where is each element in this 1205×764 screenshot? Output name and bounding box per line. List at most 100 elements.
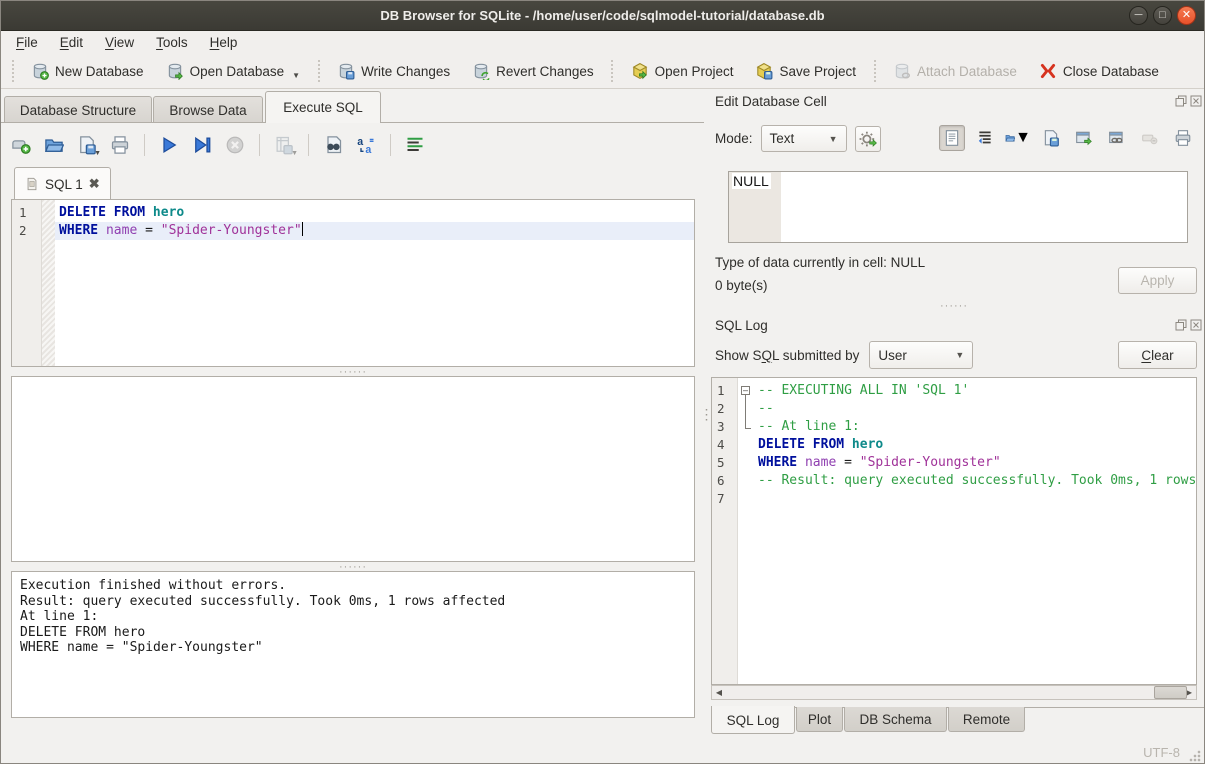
save-project-button[interactable]: Save Project [746,58,865,84]
dock-splitter[interactable] [711,301,1197,310]
apply-button[interactable]: Apply [1118,267,1197,294]
submitted-by-select[interactable]: User▼ [869,341,973,369]
open-project-button[interactable]: Open Project [622,58,743,84]
maximize-button[interactable]: □ [1153,6,1172,25]
open-sql-file-button[interactable] [42,133,66,157]
word-wrap-toggle-button[interactable] [403,133,427,157]
export-cell-data-button[interactable] [1038,125,1064,151]
write-changes-button[interactable]: Write Changes [328,58,459,84]
tab-database-structure[interactable]: Database Structure [4,96,152,123]
cell-value-editor[interactable]: NULL [728,171,1188,243]
open-in-external-app-button[interactable] [1071,125,1097,151]
toolbar-grip[interactable] [10,60,15,82]
editor-fold-margin [42,200,55,366]
tab-browse-data[interactable]: Browse Data [153,96,263,123]
gear-arrow-icon [859,130,877,148]
print-cell-button[interactable] [1170,125,1196,151]
open-database-button[interactable]: Open Database ▼ [157,58,310,84]
revert-changes-button[interactable]: Revert Changes [463,58,603,84]
menu-file[interactable]: File [5,33,49,52]
sql-editor[interactable]: 12 DELETE FROM heroWHERE name = "Spider-… [11,199,695,367]
save-sql-file-button[interactable]: ▼ [75,133,99,157]
editor-results-splitter[interactable] [11,367,695,376]
word-wrap-cell-button[interactable] [972,125,998,151]
cell-mode-select[interactable]: Text▼ [761,125,847,152]
format-sql-button[interactable]: aa [354,133,378,157]
fold-marker [738,454,754,472]
import-icon [1005,129,1015,147]
stop-button[interactable] [223,133,247,157]
encoding-indicator[interactable]: UTF-8 [1143,745,1180,760]
toolbar-separator [610,60,615,82]
new-sql-tab-button[interactable] [9,133,33,157]
link-icon [1108,129,1126,147]
project-open-icon [631,62,649,80]
editor-code-line[interactable]: WHERE name = "Spider-Youngster" [55,222,694,240]
find-button[interactable] [321,133,345,157]
execution-message-box[interactable]: Execution finished without errors. Resul… [11,571,695,718]
menu-tools[interactable]: Tools [145,33,199,52]
log-fold-margin[interactable]: – [738,378,754,684]
print-sql-button[interactable] [108,133,132,157]
dock-tab-plot[interactable]: Plot [796,707,843,732]
dock-tab-db-schema[interactable]: DB Schema [844,707,947,732]
clear-log-button[interactable]: Clear [1118,341,1197,369]
mode-label: Mode: [715,131,753,146]
menu-help[interactable]: Help [199,33,249,52]
scroll-left-arrow-icon[interactable]: ◀ [712,686,726,699]
execute-sql-pane: Database Structure Browse Data Execute S… [1,89,704,740]
scrollbar-thumb[interactable] [1154,686,1187,699]
copy-link-button[interactable] [1104,125,1130,151]
close-panel-icon[interactable] [1190,95,1202,107]
dock-tab-remote[interactable]: Remote [948,707,1025,732]
editor-line-numbers: 12 [12,200,42,366]
close-button[interactable]: ✕ [1177,6,1196,25]
execute-all-button[interactable] [157,133,181,157]
execute-current-line-button[interactable] [190,133,214,157]
resize-grip[interactable] [1188,749,1201,762]
close-database-button[interactable]: Close Database [1030,58,1168,84]
open-database-menu-caret[interactable]: ▼ [292,71,300,80]
float-panel-icon[interactable] [1175,95,1187,107]
execution-message-text: Execution finished without errors. Resul… [20,578,686,656]
save-results-button[interactable]: ▼ [272,133,296,157]
word-wrap-icon [405,135,425,155]
text-mode-button[interactable] [939,125,965,151]
attach-database-button[interactable]: Attach Database [884,58,1026,84]
close-panel-icon[interactable] [1190,319,1202,331]
dock-tab-sql-log[interactable]: SQL Log [711,706,795,734]
editor-code-area[interactable]: DELETE FROM heroWHERE name = "Spider-You… [55,200,694,366]
new-database-button[interactable]: New Database [22,58,153,84]
new-tab-icon [11,135,31,155]
editor-code-line[interactable]: DELETE FROM hero [55,204,694,222]
sql-file-tab[interactable]: SQL 1 ✖ [14,167,111,200]
chevron-down-icon: ▼ [829,134,838,144]
scrollbar-track[interactable] [726,686,1182,699]
menubar: File Edit View Tools Help [1,31,1204,54]
open-sql-icon [44,135,64,155]
export-icon [1042,129,1060,147]
toolbar-separator [872,60,877,82]
filter-label: Show SQL submitted by [715,348,859,363]
main-tabbar: Database Structure Browse Data Execute S… [1,89,704,123]
log-horizontal-scrollbar[interactable]: ◀ ▶ [711,685,1197,700]
import-cell-data-button[interactable]: ▼ [1005,125,1031,151]
sql-log-viewer[interactable]: 1234567 – -- EXECUTING ALL IN 'SQL 1'---… [711,377,1197,685]
toolbar-separator [316,60,321,82]
menu-edit[interactable]: Edit [49,33,94,52]
close-sql-tab-icon[interactable]: ✖ [89,176,100,192]
minimize-button[interactable]: ─ [1129,6,1148,25]
fold-marker[interactable]: – [738,382,754,400]
titlebar[interactable]: DB Browser for SQLite - /home/user/code/… [1,1,1204,31]
set-null-button[interactable] [1137,125,1163,151]
results-grid[interactable] [11,376,695,562]
menu-view[interactable]: View [94,33,145,52]
results-message-splitter[interactable] [11,562,695,571]
project-save-icon [755,62,773,80]
tab-execute-sql[interactable]: Execute SQL [265,91,381,123]
main-vertical-splitter[interactable] [704,89,711,740]
window-title: DB Browser for SQLite - /home/user/code/… [380,8,824,23]
float-panel-icon[interactable] [1175,319,1187,331]
auto-mode-gear-button[interactable] [855,126,881,152]
stop-icon [225,135,245,155]
